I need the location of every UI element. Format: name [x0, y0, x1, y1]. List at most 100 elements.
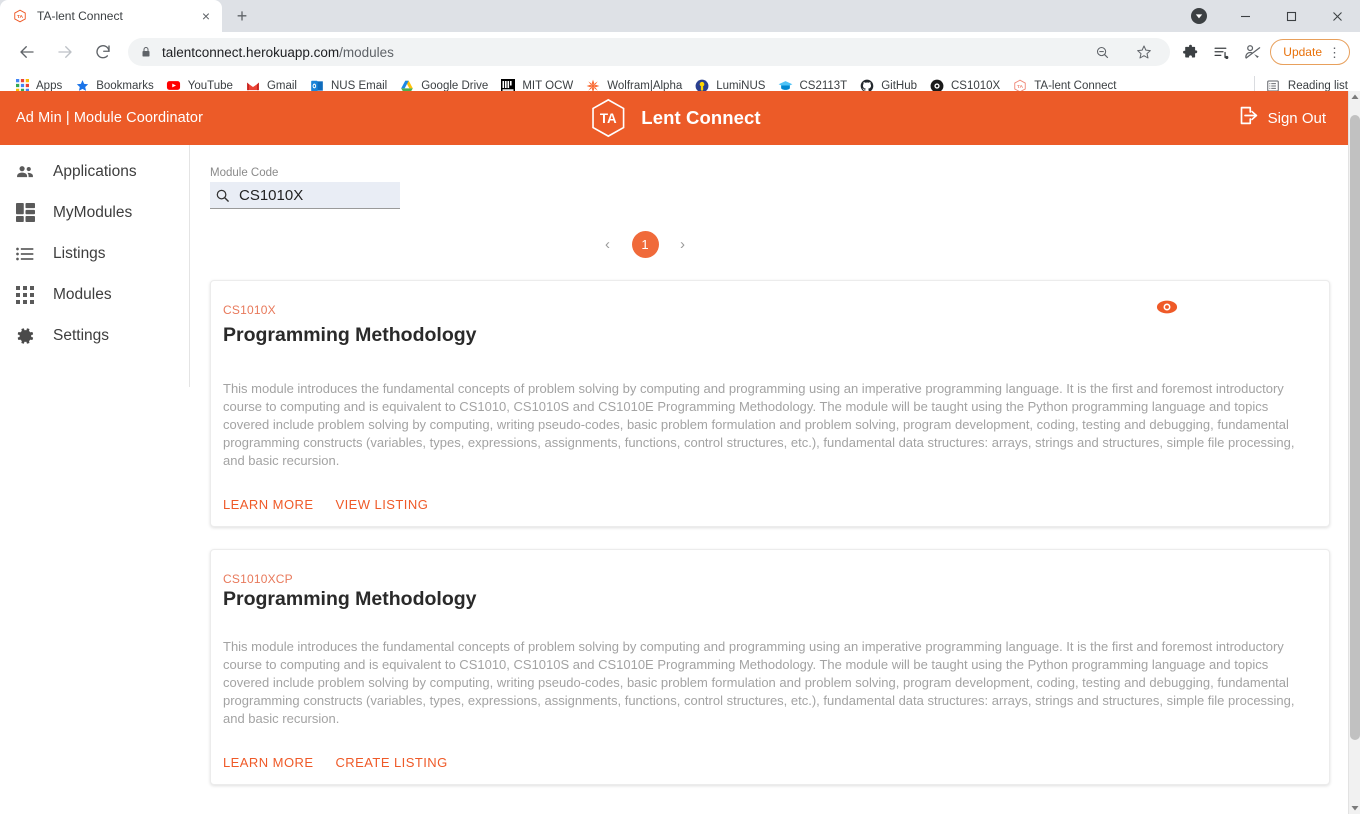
module-card-actions: LEARN MORE VIEW LISTING	[223, 497, 1307, 512]
search-input[interactable]: CS1010X	[210, 182, 400, 209]
brand-logo[interactable]: TA Lent Connect	[587, 97, 761, 139]
pagination: ‹ 1 ›	[210, 231, 1080, 258]
bookmark-label: Bookmarks	[96, 79, 154, 92]
sidebar-item-label: MyModules	[53, 203, 133, 221]
scrollbar-thumb[interactable]	[1350, 115, 1360, 740]
module-code: CS1010X	[223, 303, 276, 317]
search-icon	[212, 185, 232, 205]
sidebar-item-settings[interactable]: Settings	[0, 315, 189, 356]
chrome-menu-icon[interactable]: ⋮	[1328, 46, 1341, 59]
bookmark-label: TA-lent Connect	[1034, 79, 1117, 92]
app-body: Applications MyModules Listings Modules …	[0, 145, 1348, 814]
learn-more-link[interactable]: LEARN MORE	[223, 755, 313, 770]
search-label: Module Code	[210, 167, 279, 179]
close-icon[interactable]: ×	[198, 8, 214, 24]
update-label: Update	[1283, 45, 1322, 59]
eye-icon[interactable]	[1155, 295, 1179, 319]
sign-out-icon	[1238, 105, 1259, 131]
omnibox-actions	[1078, 38, 1158, 66]
sidebar-item-modules[interactable]: Modules	[0, 274, 189, 315]
sidebar-item-label: Listings	[53, 244, 106, 262]
profile-avatar-button[interactable]	[1176, 0, 1222, 32]
svg-text:TA: TA	[600, 111, 617, 126]
profile-avatar	[1191, 8, 1207, 24]
sidebar-item-label: Settings	[53, 326, 110, 344]
people-icon	[14, 161, 36, 183]
bookmark-label: LumiNUS	[716, 79, 766, 92]
lock-icon	[140, 46, 152, 58]
browser-toolbar: talentconnect.herokuapp.com/modules Upda…	[0, 32, 1360, 72]
toolbar-icons	[1176, 38, 1266, 66]
create-listing-link[interactable]: CREATE LISTING	[335, 755, 447, 770]
tab-strip: TA TA-lent Connect × +	[0, 0, 1360, 32]
address-bar[interactable]: talentconnect.herokuapp.com/modules	[128, 38, 1171, 66]
minimize-button[interactable]	[1222, 0, 1268, 32]
window-controls	[1176, 0, 1360, 32]
browser-tab[interactable]: TA TA-lent Connect ×	[0, 0, 222, 32]
reload-icon[interactable]	[89, 38, 117, 66]
pagination-prev-button[interactable]: ‹	[598, 235, 618, 255]
new-tab-button[interactable]: +	[228, 2, 256, 30]
forward-icon[interactable]	[51, 38, 79, 66]
main-content: Module Code CS1010X ‹ 1 › CS1010X Progra…	[190, 145, 1348, 814]
view-listing-link[interactable]: VIEW LISTING	[335, 497, 428, 512]
sidebar-item-label: Modules	[53, 285, 112, 303]
module-card-body: CS1010X Programming Methodology This mod…	[223, 303, 1307, 512]
tab-title: TA-lent Connect	[37, 9, 123, 23]
pagination-next-button[interactable]: ›	[673, 235, 693, 255]
sign-out-label: Sign Out	[1267, 109, 1326, 127]
pagination-page-1[interactable]: 1	[631, 231, 659, 258]
svg-text:TA: TA	[1017, 84, 1024, 90]
sync-paused-icon[interactable]	[1238, 38, 1266, 66]
back-icon[interactable]	[13, 38, 41, 66]
module-code: CS1010XCP	[223, 572, 293, 586]
sign-out-button[interactable]: Sign Out	[1238, 105, 1326, 131]
bookmark-label: Google Drive	[421, 79, 489, 92]
dashboard-icon	[14, 202, 36, 224]
module-card: CS1010X Programming Methodology This mod…	[210, 280, 1330, 527]
web-page: Ad Min | Module Coordinator TA Lent Conn…	[0, 91, 1348, 814]
close-window-button[interactable]	[1314, 0, 1360, 32]
module-title: Programming Methodology	[223, 324, 477, 346]
sidebar: Applications MyModules Listings Modules …	[0, 145, 190, 387]
scroll-up-arrow-icon[interactable]	[1349, 91, 1360, 103]
list-icon	[14, 243, 36, 265]
module-description: This module introduces the fundamental c…	[223, 639, 1295, 726]
scroll-down-arrow-icon[interactable]	[1349, 802, 1360, 814]
gear-icon	[14, 325, 36, 347]
bookmark-star-icon[interactable]	[1130, 38, 1158, 66]
bookmark-label: Wolfram|Alpha	[607, 79, 683, 92]
bookmark-label: CS1010X	[951, 79, 1001, 92]
zoom-out-icon[interactable]	[1088, 38, 1116, 66]
module-card: CS1010XCP Programming Methodology This m…	[210, 549, 1330, 785]
page-viewport: Ad Min | Module Coordinator TA Lent Conn…	[0, 91, 1360, 814]
learn-more-link[interactable]: LEARN MORE	[223, 497, 313, 512]
module-card-actions: LEARN MORE CREATE LISTING	[223, 755, 1307, 770]
sidebar-item-listings[interactable]: Listings	[0, 233, 189, 274]
sidebar-item-applications[interactable]: Applications	[0, 151, 189, 192]
page-scrollbar[interactable]	[1348, 91, 1360, 814]
module-title: Programming Methodology	[223, 588, 477, 610]
module-description: This module introduces the fundamental c…	[223, 381, 1295, 468]
reading-list-icon[interactable]	[1207, 38, 1235, 66]
maximize-button[interactable]	[1268, 0, 1314, 32]
extensions-puzzle-icon[interactable]	[1176, 38, 1204, 66]
sidebar-item-mymodules[interactable]: MyModules	[0, 192, 189, 233]
module-card-body: CS1010XCP Programming Methodology This m…	[223, 572, 1307, 770]
ta-hexagon-logo-icon: TA	[587, 97, 629, 139]
bookmark-label: Apps	[36, 79, 63, 92]
bookmark-label: YouTube	[187, 79, 233, 92]
browser-window: TA TA-lent Connect × + talentconnect.her…	[0, 0, 1360, 814]
search-value: CS1010X	[239, 186, 304, 204]
sidebar-item-label: Applications	[53, 162, 137, 180]
reading-list-label: Reading list	[1287, 79, 1348, 92]
bookmark-label: MIT OCW	[522, 79, 574, 92]
update-button[interactable]: Update ⋮	[1270, 39, 1350, 65]
url-path: /modules	[339, 44, 394, 60]
svg-text:TA: TA	[17, 14, 24, 20]
apps-grid-icon	[14, 284, 36, 306]
bookmark-label: NUS Email	[330, 79, 388, 92]
app-header: Ad Min | Module Coordinator TA Lent Conn…	[0, 91, 1348, 145]
module-code-search: Module Code CS1010X	[210, 145, 1330, 209]
bookmark-label: GitHub	[881, 79, 917, 92]
